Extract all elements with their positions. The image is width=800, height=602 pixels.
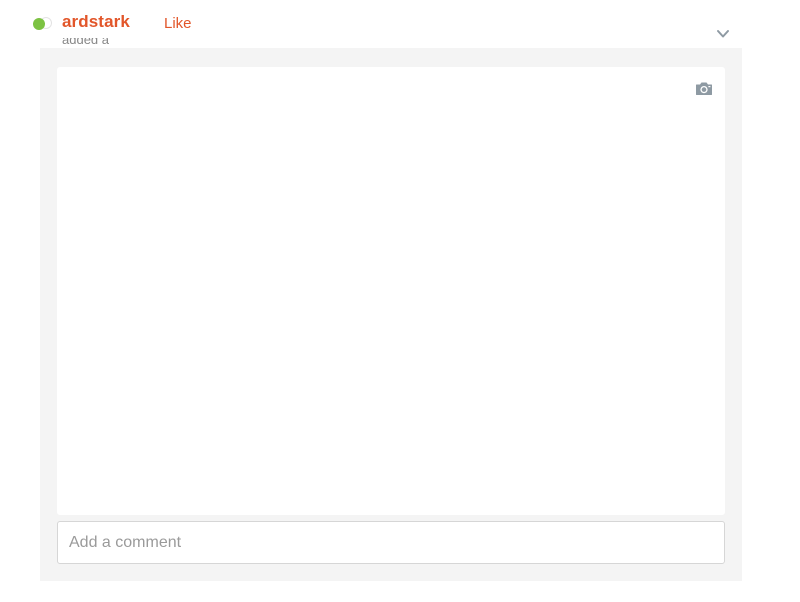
post-caption-clipped: added a [62, 38, 122, 48]
username-link[interactable]: ardstark [62, 12, 130, 32]
like-button[interactable]: Like [164, 15, 192, 32]
online-status-dot [33, 18, 45, 30]
comment-input[interactable] [57, 521, 725, 564]
camera-icon[interactable] [695, 81, 713, 96]
chevron-down-icon[interactable] [716, 27, 730, 41]
post-caption-text: added a [62, 38, 109, 47]
post-media-area [57, 67, 725, 515]
post-card: ardstark Like added a [0, 0, 800, 602]
